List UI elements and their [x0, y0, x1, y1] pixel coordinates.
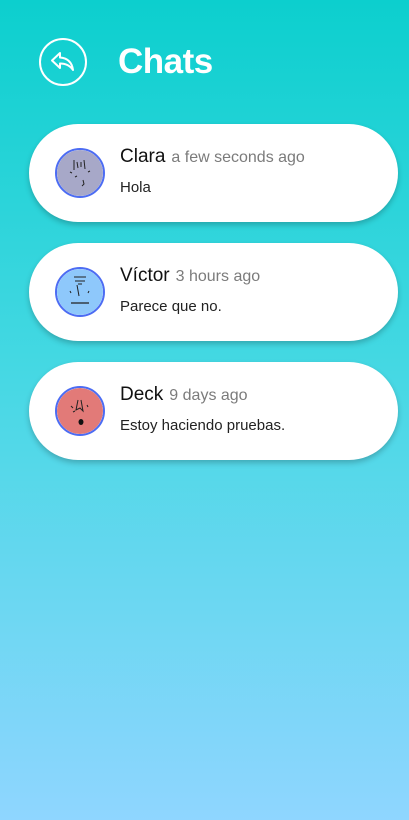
- chat-name-text: Víctor: [120, 265, 170, 286]
- back-button[interactable]: [39, 38, 87, 86]
- chat-list: Clara a few seconds ago Hola Víctor 3 hour…: [29, 124, 398, 481]
- face-sketch-icon: [57, 388, 103, 434]
- chat-name-text: Deck: [120, 384, 164, 405]
- chat-name: Deck 9 days ago: [120, 383, 248, 408]
- chat-time: 3 hours ago: [175, 268, 261, 285]
- face-sketch-icon: [57, 269, 103, 315]
- header: Chats: [0, 0, 409, 120]
- chat-message: Parece que no.: [120, 298, 222, 315]
- face-sketch-icon: [57, 150, 103, 196]
- chat-item-clara[interactable]: Clara a few seconds ago Hola: [29, 124, 398, 222]
- avatar: [55, 148, 105, 198]
- chat-item-victor[interactable]: Víctor 3 hours ago Parece que no.: [29, 243, 398, 341]
- chat-name-text: Clara: [120, 146, 166, 167]
- page-title: Chats: [118, 42, 213, 81]
- avatar-background: [57, 269, 103, 315]
- avatar-background: [57, 150, 103, 196]
- chat-item-deck[interactable]: Deck 9 days ago Estoy haciendo pruebas.: [29, 362, 398, 460]
- reply-arrow-icon: [51, 52, 74, 71]
- avatar-background: [57, 388, 103, 434]
- avatar: [55, 386, 105, 436]
- chat-time: a few seconds ago: [171, 149, 305, 166]
- avatar: [55, 267, 105, 317]
- chat-message: Estoy haciendo pruebas.: [120, 417, 286, 434]
- chat-message: Hola: [120, 179, 151, 196]
- chat-name: Clara a few seconds ago: [120, 145, 305, 170]
- chat-time: 9 days ago: [169, 387, 248, 404]
- chat-name: Víctor 3 hours ago: [120, 264, 260, 289]
